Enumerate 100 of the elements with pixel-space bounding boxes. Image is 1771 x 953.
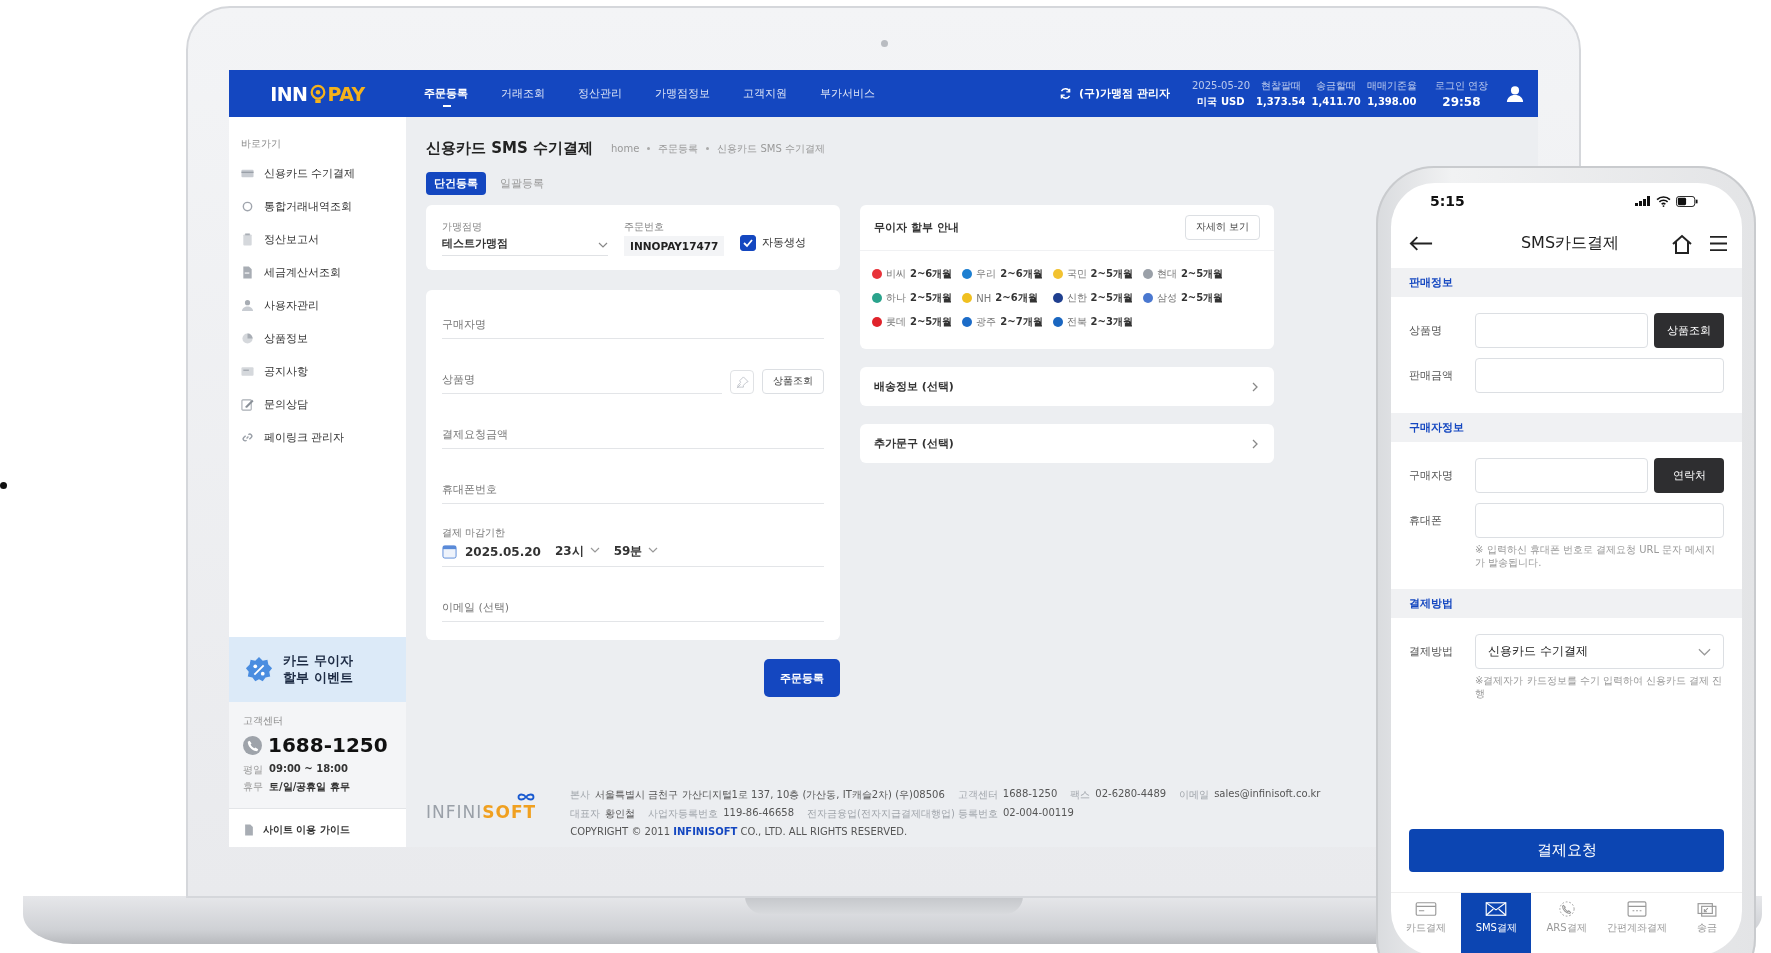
chevron-down-icon <box>598 241 608 248</box>
rate-header: 송금할때 <box>1315 78 1358 93</box>
card-company-name: 우리 <box>976 267 997 281</box>
sidebar-item[interactable]: 사용자관리 <box>241 289 394 322</box>
footer-value: 황인철 <box>605 807 636 821</box>
input-field[interactable] <box>1475 313 1648 348</box>
sidebar-heading: 바로가기 <box>241 137 282 151</box>
home-icon[interactable] <box>1671 233 1693 254</box>
payment-method-select[interactable]: 신용카드 수기결제 <box>1475 634 1724 669</box>
rate-header: 매매기준율 <box>1366 78 1417 93</box>
input-field[interactable]: 구매자명 <box>442 312 824 339</box>
section-header: 구매자정보 <box>1391 413 1742 442</box>
helper-note: ※결제자가 카드정보를 수기 입력하여 신용카드 결제 진행 <box>1475 675 1724 700</box>
nav-menu-item[interactable]: 정산관리 <box>560 72 637 115</box>
input-field[interactable] <box>1475 503 1724 538</box>
input-field[interactable]: 이메일 (선택) <box>442 595 824 622</box>
lookup-button[interactable]: 연락처 <box>1654 458 1724 493</box>
hour-select[interactable]: 23시 <box>554 543 600 560</box>
checkbox[interactable] <box>740 234 757 251</box>
order-submit-button[interactable]: 주문등록 <box>764 659 840 697</box>
document-icon <box>243 824 255 836</box>
tab[interactable]: 단건등록 <box>426 172 486 195</box>
card-company-name: NH <box>976 292 992 304</box>
chevron-down-icon <box>1698 647 1711 656</box>
installment-months: 2~6개월 <box>995 291 1038 305</box>
menu-icon[interactable] <box>1709 235 1728 252</box>
sidebar-item[interactable]: 통합거래내역조회 <box>241 190 394 223</box>
footer-label: 전자금융업(전자지급결제대행업) 등록번호 <box>807 807 998 821</box>
copyright-text: COPYRIGHT © 2011 INFINISOFT CO., LTD. ALL RIGHTS RESERVED. <box>570 826 909 837</box>
input-field[interactable]: 휴대폰번호 <box>442 477 824 504</box>
date-field[interactable]: 2025.05.20 <box>465 544 541 559</box>
menu-item-icon <box>241 365 254 378</box>
installment-months: 2~7개월 <box>1000 315 1043 329</box>
installment-months: 2~5개월 <box>1180 267 1224 281</box>
installment-months: 2~3개월 <box>1090 315 1133 329</box>
bulb-icon <box>308 83 327 104</box>
order-number-field[interactable]: INNOPAY17477 <box>624 235 725 256</box>
logo-text: INN <box>270 82 308 105</box>
refresh-icon[interactable] <box>1059 87 1073 100</box>
sidebar-item[interactable]: 공지사항 <box>241 355 394 388</box>
pin-icon <box>735 375 749 389</box>
sidebar-item[interactable]: 페이링크 관리자 <box>241 421 394 454</box>
menu-item-icon <box>241 332 254 345</box>
session-timer[interactable]: 29:58 <box>1442 94 1481 109</box>
hours-value: 09:00 ~ 18:00 <box>269 763 348 776</box>
footer-value: 02-6280-4489 <box>1095 788 1167 801</box>
card-company-name: 광주 <box>976 315 997 329</box>
accordion-row[interactable]: 추가문구 (선택) <box>860 424 1274 463</box>
nav-menu-item[interactable]: 가맹점정보 <box>637 72 725 115</box>
footer-value: 1688-1250 <box>1002 788 1058 801</box>
wifi-icon <box>1656 195 1671 207</box>
rate-date: 2025-05-20 <box>1191 80 1251 91</box>
details-button[interactable]: 자세히 보기 <box>1184 215 1260 240</box>
card-company-name: 비씨 <box>886 267 906 281</box>
site-guide-link[interactable]: 사이트 이용 가이드 <box>229 808 406 847</box>
card-company-name: 롯데 <box>886 315 906 329</box>
lookup-button[interactable]: 상품조회 <box>1654 313 1724 348</box>
sidebar-item[interactable]: 세금계산서조회 <box>241 256 394 289</box>
sidebar-item[interactable]: 상품정보 <box>241 322 394 355</box>
nav-menu-item[interactable]: 고객지원 <box>725 72 802 115</box>
checkbox-label: 자동생성 <box>762 235 807 250</box>
accordion-row[interactable]: 배송정보 (선택) <box>860 367 1274 406</box>
user-icon[interactable] <box>1506 84 1524 103</box>
logo-text: PAY <box>327 82 365 105</box>
payment-request-button[interactable]: 결제요청 <box>1409 829 1724 872</box>
input-field[interactable] <box>1475 458 1648 493</box>
card-company-name: 전북 <box>1066 315 1087 329</box>
input-field[interactable] <box>1475 358 1724 393</box>
nav-menu-item[interactable]: 부가서비스 <box>802 72 890 115</box>
input-field[interactable]: 결제요청금액 <box>442 422 824 449</box>
back-arrow-icon[interactable] <box>1409 236 1433 251</box>
nav-menu-item[interactable]: 거래조회 <box>483 72 560 115</box>
transfer-icon <box>1695 901 1718 917</box>
event-banner[interactable]: 카드 무이자 할부 이벤트 <box>229 637 406 702</box>
merchant-select[interactable]: 가맹점명 테스트가맹점 <box>442 219 608 256</box>
card-company-name: 삼성 <box>1156 291 1177 305</box>
nav-menu-item[interactable]: 주문등록 <box>406 72 483 115</box>
page-title: 신용카드 SMS 수기결제 <box>426 139 593 158</box>
sidebar-item[interactable]: 정산보고서 <box>241 223 394 256</box>
sidebar-item[interactable]: 문의상담 <box>241 388 394 421</box>
menu-item-icon <box>241 266 254 279</box>
installment-months: 2~6개월 <box>1000 267 1043 281</box>
menu-item-icon <box>241 200 254 213</box>
battery-icon <box>1676 195 1698 207</box>
helper-note: ※ 입력하신 휴대폰 번호로 결제요청 URL 문자 메세지가 발송됩니다. <box>1475 544 1717 569</box>
sidebar-item[interactable]: 신용카드 수기결제 <box>241 157 394 190</box>
bottom-tab[interactable]: SMS결제 <box>1461 893 1532 953</box>
section-header: 판매정보 <box>1391 268 1742 297</box>
minute-select[interactable]: 59분 <box>613 543 659 560</box>
card-company-name: 현대 <box>1156 267 1177 281</box>
calendar-icon[interactable] <box>442 544 457 559</box>
field-label: 결제방법 <box>1409 644 1454 659</box>
chevron-right-icon <box>1252 438 1258 449</box>
chevron-down-icon <box>648 547 659 553</box>
envelope-icon <box>1485 901 1508 917</box>
infinity-icon <box>516 792 537 802</box>
field-label: 상품명 <box>1409 323 1443 338</box>
product-search-button[interactable]: 상품조회 <box>762 369 824 394</box>
installment-months: 2~5개월 <box>1180 291 1224 305</box>
input-field[interactable]: 상품명 <box>442 367 722 394</box>
